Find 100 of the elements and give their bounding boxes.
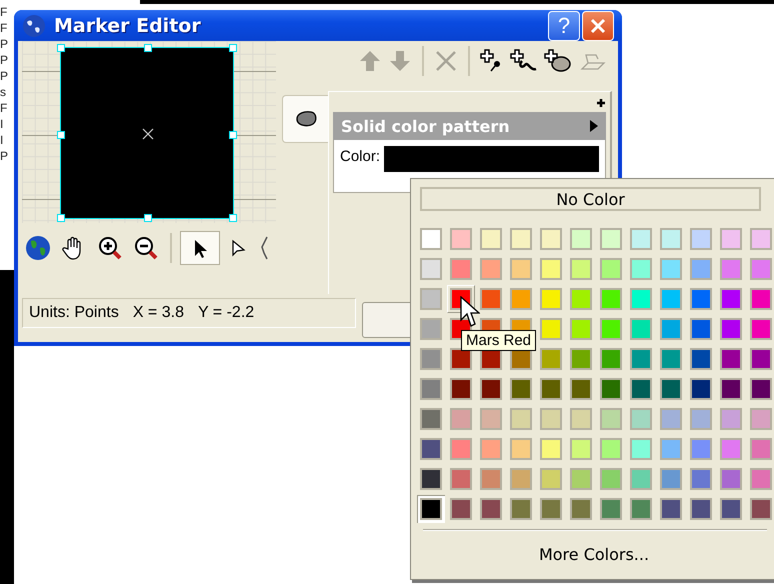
color-swatch[interactable] <box>720 258 742 280</box>
no-color-button[interactable]: No Color <box>420 187 761 211</box>
color-swatch[interactable] <box>450 348 472 370</box>
color-swatch[interactable] <box>450 228 472 250</box>
color-swatch[interactable] <box>480 408 502 430</box>
color-swatch[interactable] <box>510 228 532 250</box>
color-swatch[interactable] <box>690 318 712 340</box>
plus-icon[interactable] <box>596 98 606 108</box>
color-swatch[interactable] <box>750 318 772 340</box>
color-swatch[interactable] <box>570 378 592 400</box>
close-button[interactable] <box>582 10 614 40</box>
color-swatch[interactable] <box>660 378 682 400</box>
color-swatch[interactable] <box>510 468 532 490</box>
color-swatch[interactable] <box>510 438 532 460</box>
selection-handle[interactable] <box>57 214 65 222</box>
color-swatch[interactable] <box>420 498 442 520</box>
color-swatch[interactable] <box>540 408 562 430</box>
color-swatch[interactable] <box>690 228 712 250</box>
color-swatch[interactable] <box>510 498 532 520</box>
color-swatch[interactable] <box>540 468 562 490</box>
color-swatch[interactable] <box>480 288 502 310</box>
color-swatch[interactable] <box>450 258 472 280</box>
color-swatch[interactable] <box>540 228 562 250</box>
color-swatch[interactable] <box>630 438 652 460</box>
color-swatch[interactable] <box>630 378 652 400</box>
color-swatch[interactable] <box>570 468 592 490</box>
color-swatch[interactable] <box>720 288 742 310</box>
color-swatch[interactable] <box>600 438 622 460</box>
color-swatch[interactable] <box>570 498 592 520</box>
color-swatch[interactable] <box>750 438 772 460</box>
color-swatch[interactable] <box>630 258 652 280</box>
color-swatch[interactable] <box>600 498 622 520</box>
color-swatch[interactable] <box>630 468 652 490</box>
color-swatch[interactable] <box>750 258 772 280</box>
color-swatch[interactable] <box>540 318 562 340</box>
color-swatch[interactable] <box>450 438 472 460</box>
color-swatch[interactable] <box>690 288 712 310</box>
selection-handle[interactable] <box>229 44 237 52</box>
color-swatch[interactable] <box>630 318 652 340</box>
color-swatch[interactable] <box>420 228 442 250</box>
color-swatch[interactable] <box>450 408 472 430</box>
color-swatch[interactable] <box>660 258 682 280</box>
color-swatch[interactable] <box>660 288 682 310</box>
color-swatch[interactable] <box>570 318 592 340</box>
color-swatch[interactable] <box>660 348 682 370</box>
color-swatch[interactable] <box>690 468 712 490</box>
color-swatch[interactable] <box>720 408 742 430</box>
color-swatch[interactable] <box>690 258 712 280</box>
color-swatch[interactable] <box>540 258 562 280</box>
color-swatch[interactable] <box>720 228 742 250</box>
color-swatch[interactable] <box>630 228 652 250</box>
color-swatch[interactable] <box>660 408 682 430</box>
color-swatch[interactable] <box>750 288 772 310</box>
color-swatch[interactable] <box>690 378 712 400</box>
color-swatch[interactable] <box>720 318 742 340</box>
color-swatch[interactable] <box>660 468 682 490</box>
color-swatch[interactable] <box>720 348 742 370</box>
color-swatch[interactable] <box>420 468 442 490</box>
color-swatch[interactable] <box>690 348 712 370</box>
color-swatch[interactable] <box>660 228 682 250</box>
color-swatch[interactable] <box>750 228 772 250</box>
color-swatch[interactable] <box>750 498 772 520</box>
selection-handle[interactable] <box>229 214 237 222</box>
color-swatch[interactable] <box>630 348 652 370</box>
color-swatch[interactable] <box>600 318 622 340</box>
color-swatch[interactable] <box>630 408 652 430</box>
color-swatch[interactable] <box>750 408 772 430</box>
color-swatch[interactable] <box>750 468 772 490</box>
arrow-tool-button[interactable] <box>180 231 220 265</box>
color-swatch[interactable] <box>420 318 442 340</box>
color-swatch[interactable] <box>720 438 742 460</box>
color-swatch[interactable] <box>420 438 442 460</box>
selection-handle[interactable] <box>144 214 152 222</box>
color-swatch[interactable] <box>720 468 742 490</box>
color-swatch[interactable] <box>600 378 622 400</box>
color-swatch[interactable] <box>480 498 502 520</box>
color-swatch[interactable] <box>720 498 742 520</box>
color-swatch[interactable] <box>720 378 742 400</box>
color-swatch[interactable] <box>540 498 562 520</box>
color-swatch[interactable] <box>510 378 532 400</box>
color-swatch[interactable] <box>570 258 592 280</box>
color-swatch[interactable] <box>630 288 652 310</box>
more-colors-button[interactable]: More Colors... <box>417 539 774 569</box>
color-swatch[interactable] <box>480 378 502 400</box>
color-swatch[interactable] <box>450 468 472 490</box>
selection-handle[interactable] <box>229 131 237 139</box>
color-swatch[interactable] <box>600 348 622 370</box>
color-swatch[interactable] <box>570 408 592 430</box>
add-shape-button[interactable] <box>544 49 572 73</box>
color-swatch[interactable] <box>690 438 712 460</box>
selection-handle[interactable] <box>57 131 65 139</box>
color-swatch[interactable] <box>660 318 682 340</box>
color-swatch[interactable] <box>450 378 472 400</box>
selection-handle[interactable] <box>57 44 65 52</box>
shape-tab[interactable] <box>282 95 328 143</box>
color-swatch[interactable] <box>600 468 622 490</box>
color-swatch[interactable] <box>450 498 472 520</box>
color-swatch[interactable] <box>480 438 502 460</box>
color-swatch[interactable] <box>420 348 442 370</box>
color-field[interactable] <box>384 146 599 172</box>
